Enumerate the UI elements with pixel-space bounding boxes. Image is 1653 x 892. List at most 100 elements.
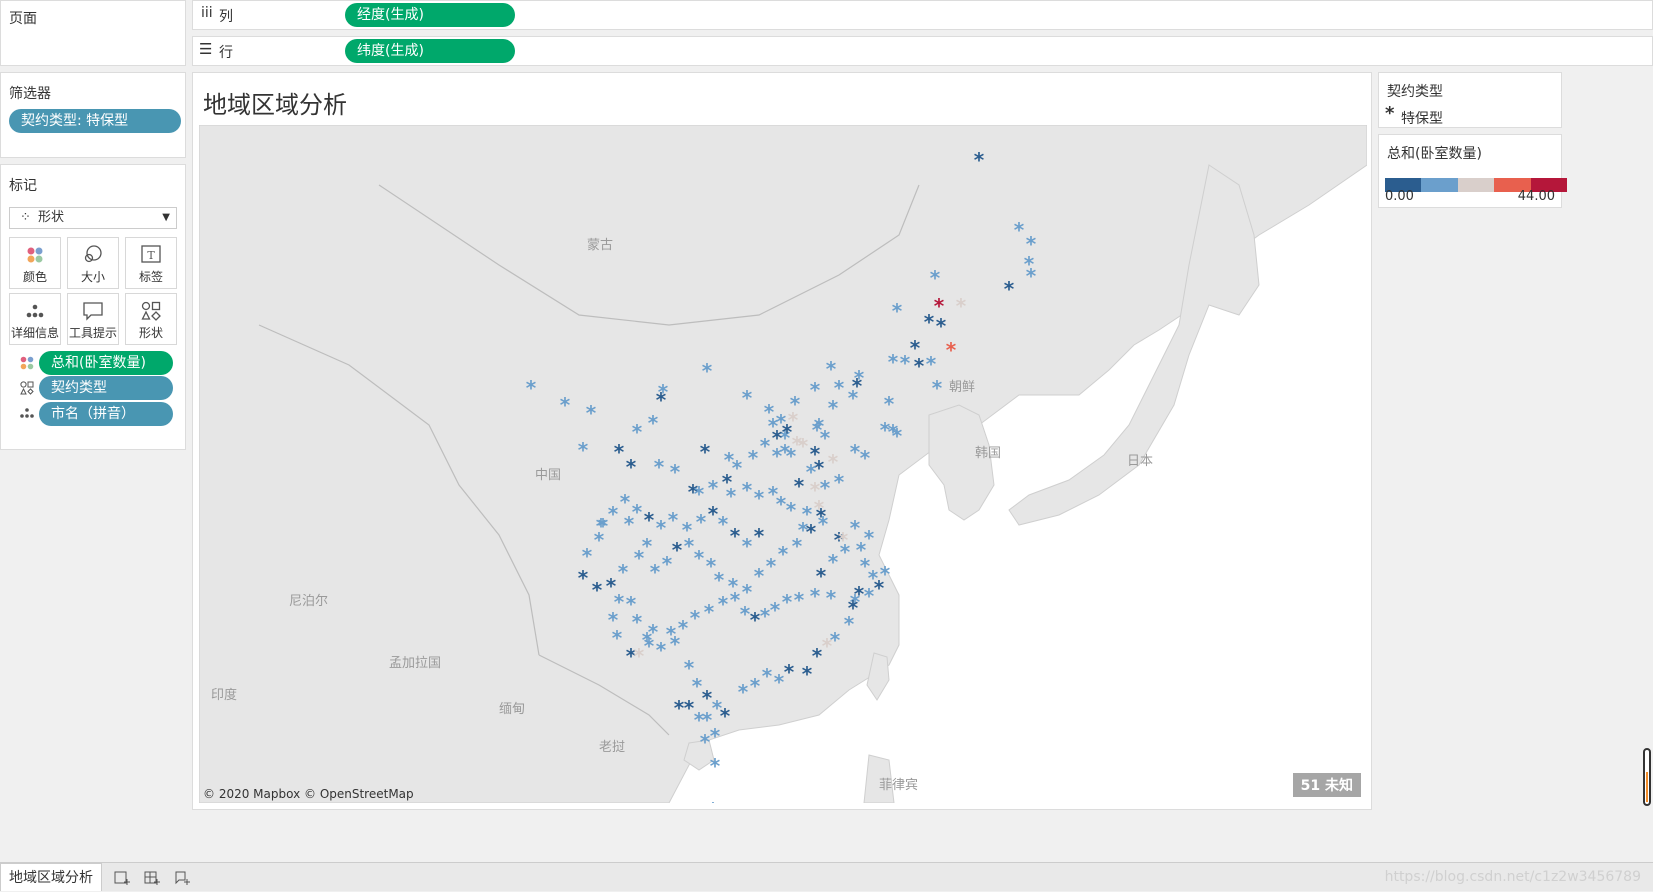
city-mark[interactable]: * — [914, 354, 925, 378]
city-mark[interactable]: * — [754, 564, 765, 588]
city-mark[interactable]: * — [700, 440, 711, 464]
city-mark[interactable]: * — [826, 586, 837, 610]
city-mark[interactable]: * — [708, 798, 719, 803]
city-mark[interactable]: * — [946, 338, 957, 362]
city-mark[interactable]: * — [810, 378, 821, 402]
city-mark[interactable]: * — [608, 502, 619, 526]
scrollbar-thumb[interactable] — [1646, 772, 1648, 802]
marks-label-button[interactable]: T 标签 — [125, 237, 177, 289]
marks-field-bedrooms[interactable]: 总和(卧室数量) — [39, 351, 173, 375]
vertical-scrollbar[interactable] — [1643, 748, 1651, 806]
city-mark[interactable]: * — [708, 476, 719, 500]
city-mark[interactable]: * — [742, 534, 753, 558]
city-mark[interactable]: * — [754, 486, 765, 510]
city-mark[interactable]: * — [642, 534, 653, 558]
city-mark[interactable]: * — [702, 359, 713, 383]
city-mark[interactable]: * — [626, 455, 637, 479]
city-mark[interactable]: * — [598, 514, 609, 538]
new-story-icon[interactable] — [174, 870, 192, 886]
city-mark[interactable]: * — [818, 512, 829, 536]
city-mark[interactable]: * — [834, 376, 845, 400]
city-mark[interactable]: * — [936, 314, 947, 338]
city-mark[interactable]: * — [786, 498, 797, 522]
new-dashboard-icon[interactable] — [144, 870, 162, 886]
city-mark[interactable]: * — [670, 460, 681, 484]
city-mark[interactable]: * — [834, 470, 845, 494]
city-mark[interactable]: * — [586, 401, 597, 425]
city-mark[interactable]: * — [742, 386, 753, 410]
city-mark[interactable]: * — [850, 440, 861, 464]
columns-pill-longitude[interactable]: 经度(生成) — [345, 3, 515, 27]
city-mark[interactable]: * — [582, 544, 593, 568]
city-mark[interactable]: * — [648, 411, 659, 435]
city-mark[interactable]: * — [606, 574, 617, 598]
city-mark[interactable]: * — [690, 606, 701, 630]
shape-legend-item[interactable]: 特保型 — [1401, 108, 1443, 128]
city-mark[interactable]: * — [626, 592, 637, 616]
city-mark[interactable]: * — [738, 680, 749, 704]
city-mark[interactable]: * — [790, 392, 801, 416]
marks-tooltip-button[interactable]: 工具提示 — [67, 293, 119, 345]
city-mark[interactable]: * — [794, 474, 805, 498]
city-mark[interactable]: * — [754, 524, 765, 548]
rows-pill-latitude[interactable]: 纬度(生成) — [345, 39, 515, 63]
city-mark[interactable]: * — [644, 634, 655, 658]
city-mark[interactable]: * — [892, 299, 903, 323]
city-mark[interactable]: * — [560, 393, 571, 417]
city-mark[interactable]: * — [614, 440, 625, 464]
filter-pill-contract-type[interactable]: 契约类型: 特保型 — [9, 109, 181, 133]
city-mark[interactable]: * — [884, 392, 895, 416]
city-mark[interactable]: * — [612, 626, 623, 650]
city-mark[interactable]: * — [696, 510, 707, 534]
city-mark[interactable]: * — [732, 456, 743, 480]
city-mark[interactable]: * — [806, 520, 817, 544]
city-mark[interactable]: * — [770, 598, 781, 622]
city-mark[interactable]: * — [656, 516, 667, 540]
city-mark[interactable]: * — [930, 266, 941, 290]
city-mark[interactable]: * — [730, 524, 741, 548]
city-mark[interactable]: * — [848, 386, 859, 410]
city-mark[interactable]: * — [974, 148, 985, 172]
city-mark[interactable]: * — [762, 664, 773, 688]
city-mark[interactable]: * — [926, 352, 937, 376]
city-mark[interactable]: * — [854, 582, 865, 606]
city-mark[interactable]: * — [670, 632, 681, 656]
city-mark[interactable]: * — [720, 704, 731, 728]
mark-type-dropdown[interactable]: ⁘ 形状 ▼ — [9, 207, 177, 229]
city-mark[interactable]: * — [932, 376, 943, 400]
map-attribution[interactable]: © 2020 Mapbox © OpenStreetMap — [203, 787, 414, 801]
city-mark[interactable]: * — [694, 546, 705, 570]
marks-detail-button[interactable]: 详细信息 — [9, 293, 61, 345]
city-mark[interactable]: * — [880, 562, 891, 586]
city-mark[interactable]: * — [828, 550, 839, 574]
city-mark[interactable]: * — [526, 376, 537, 400]
city-mark[interactable]: * — [864, 584, 875, 608]
city-mark[interactable]: * — [794, 588, 805, 612]
city-mark[interactable]: * — [760, 604, 771, 628]
city-mark[interactable]: * — [780, 440, 791, 464]
city-mark[interactable]: * — [810, 584, 821, 608]
city-mark[interactable]: * — [750, 608, 761, 632]
city-mark[interactable]: * — [740, 602, 751, 626]
city-mark[interactable]: * — [888, 420, 899, 444]
city-mark[interactable]: * — [860, 446, 871, 470]
city-mark[interactable]: * — [742, 478, 753, 502]
sheet-tab-regional-analysis[interactable]: 地域区域分析 — [0, 863, 102, 891]
city-mark[interactable]: * — [1014, 218, 1025, 242]
city-mark[interactable]: * — [714, 568, 725, 592]
city-mark[interactable]: * — [1004, 277, 1015, 301]
city-mark[interactable]: * — [656, 388, 667, 412]
city-mark[interactable]: * — [726, 484, 737, 508]
columns-shelf[interactable]: iii 列 经度(生成) — [192, 0, 1653, 30]
city-mark[interactable]: * — [644, 508, 655, 532]
map-area[interactable]: 蒙古 中国 朝鲜 韩国 日本 印度 缅甸 老挝 尼泊尔 孟加拉国 菲律宾 * * * * * * * * * * * * *… — [199, 125, 1367, 803]
city-mark[interactable]: * — [956, 294, 967, 318]
city-mark[interactable]: * — [742, 580, 753, 604]
city-mark[interactable]: * — [650, 560, 661, 584]
city-mark[interactable]: * — [620, 490, 631, 514]
city-mark[interactable]: * — [924, 310, 935, 334]
city-mark[interactable]: * — [704, 600, 715, 624]
marks-size-button[interactable]: 大小 — [67, 237, 119, 289]
city-mark[interactable]: * — [784, 660, 795, 684]
city-mark[interactable]: * — [618, 560, 629, 584]
